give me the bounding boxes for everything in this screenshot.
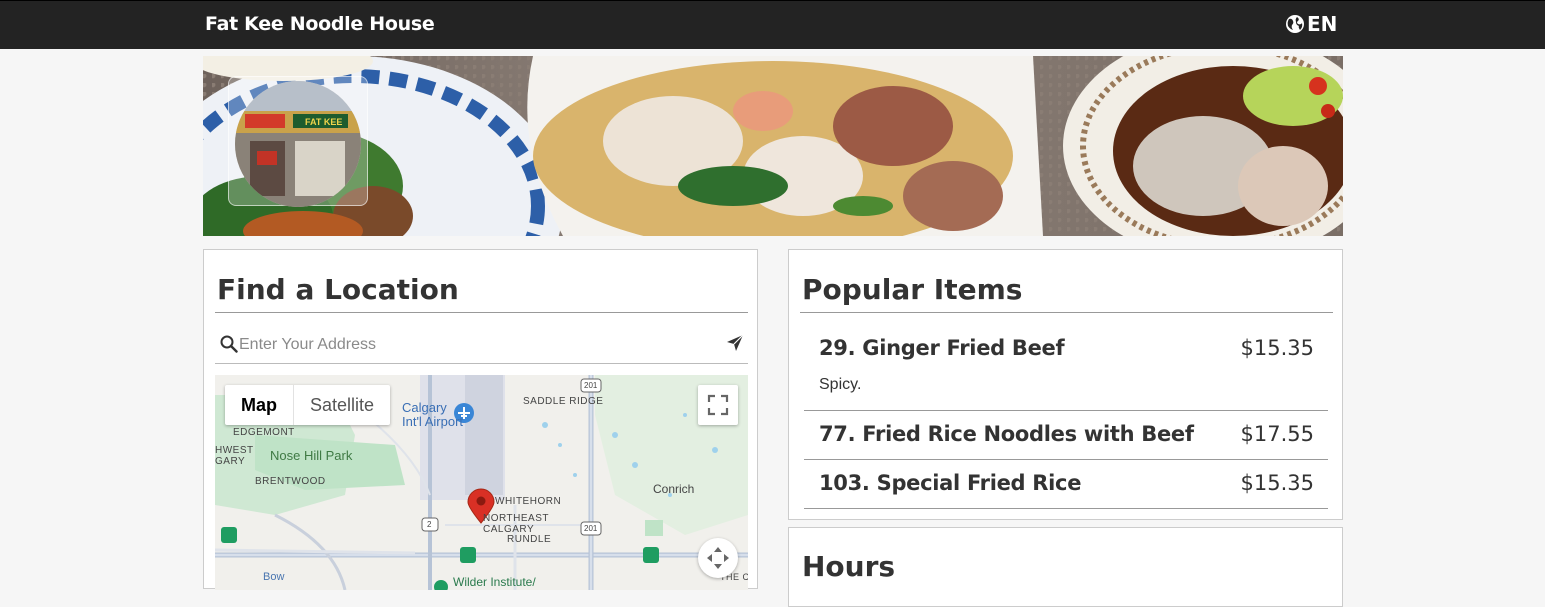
language-selector[interactable]: EN xyxy=(1285,12,1337,36)
menu-item-name: 29. Ginger Fried Beef xyxy=(819,336,1065,360)
menu-item-price: $15.35 xyxy=(1240,471,1314,495)
popular-items-panel: Popular Items 29. Ginger Fried Beef $15.… xyxy=(788,249,1343,520)
map-type-satellite-button[interactable]: Satellite xyxy=(294,385,390,425)
food-banner-image xyxy=(203,56,1343,236)
top-navbar: Fat Kee Noodle House EN xyxy=(0,0,1545,49)
map-label-northeast-calgary: NORTHEAST CALGARY xyxy=(483,513,549,535)
map-label-whitehorn: WHITEHORN xyxy=(495,496,562,507)
map-label-brentwood: BRENTWOOD xyxy=(255,476,326,487)
menu-item-name: 103. Special Fried Rice xyxy=(819,471,1082,495)
menu-item-price: $17.55 xyxy=(1240,422,1314,446)
map-label-hwy201-lower: 201 xyxy=(584,524,598,533)
paper-plane-icon[interactable] xyxy=(726,334,744,352)
search-icon xyxy=(220,335,238,353)
fullscreen-icon xyxy=(707,394,729,416)
map-label-bow: Bow xyxy=(263,571,285,583)
map-label-edgemont: EDGEMONT xyxy=(233,427,295,438)
map-label-airport: Calgary Int'l Airport xyxy=(402,400,464,429)
map-label-hwy2: 2 xyxy=(427,520,432,529)
map-label-hwest: HWEST GARY xyxy=(215,445,254,467)
divider xyxy=(215,312,748,313)
globe-icon xyxy=(1286,15,1304,33)
logo-sign-text: FAT KEE xyxy=(305,117,342,127)
address-input[interactable] xyxy=(239,332,709,358)
map-type-control: Map Satellite xyxy=(225,385,391,425)
menu-item-name: 77. Fried Rice Noodles with Beef xyxy=(819,422,1194,446)
hours-panel: Hours xyxy=(788,527,1343,607)
map-type-map-button[interactable]: Map xyxy=(225,385,294,425)
pan-arrows-icon xyxy=(707,547,729,569)
map-pan-button[interactable] xyxy=(698,538,738,578)
logo-card: FAT KEE xyxy=(228,76,368,207)
map-label-hwy201: 201 xyxy=(584,381,598,390)
menu-item[interactable]: 103. Special Fried Rice $15.35 xyxy=(804,460,1328,509)
brand-name[interactable]: Fat Kee Noodle House xyxy=(205,13,435,35)
menu-item[interactable]: 77. Fried Rice Noodles with Beef $17.55 xyxy=(804,411,1328,460)
hours-title: Hours xyxy=(802,550,896,583)
map-label-rundle: RUNDLE xyxy=(507,534,552,545)
fullscreen-button[interactable] xyxy=(698,385,738,425)
divider xyxy=(800,312,1333,313)
menu-item-description: Spicy. xyxy=(819,376,862,393)
map-label-saddle-ridge: SADDLE RIDGE xyxy=(523,396,604,407)
hero-banner: FAT KEE xyxy=(203,56,1343,236)
popular-items-title: Popular Items xyxy=(802,273,1023,306)
restaurant-logo: FAT KEE xyxy=(235,81,361,207)
language-label: EN xyxy=(1307,12,1338,36)
menu-item[interactable]: 29. Ginger Fried Beef $15.35 Spicy. xyxy=(804,325,1328,411)
menu-item-price: $15.35 xyxy=(1240,336,1314,360)
find-location-panel: Find a Location Enter Your Address Calga… xyxy=(203,249,758,590)
map-label-conrich: Conrich xyxy=(653,482,695,496)
map-label-nose-hill-park: Nose Hill Park xyxy=(270,448,353,463)
find-location-title: Find a Location xyxy=(217,273,459,306)
location-map[interactable]: Calgary Int'l Airport SADDLE RIDGE EDGEMO… xyxy=(215,375,748,590)
address-search-bar xyxy=(215,328,748,364)
map-label-wilder-institute: Wilder Institute/ xyxy=(453,575,536,589)
